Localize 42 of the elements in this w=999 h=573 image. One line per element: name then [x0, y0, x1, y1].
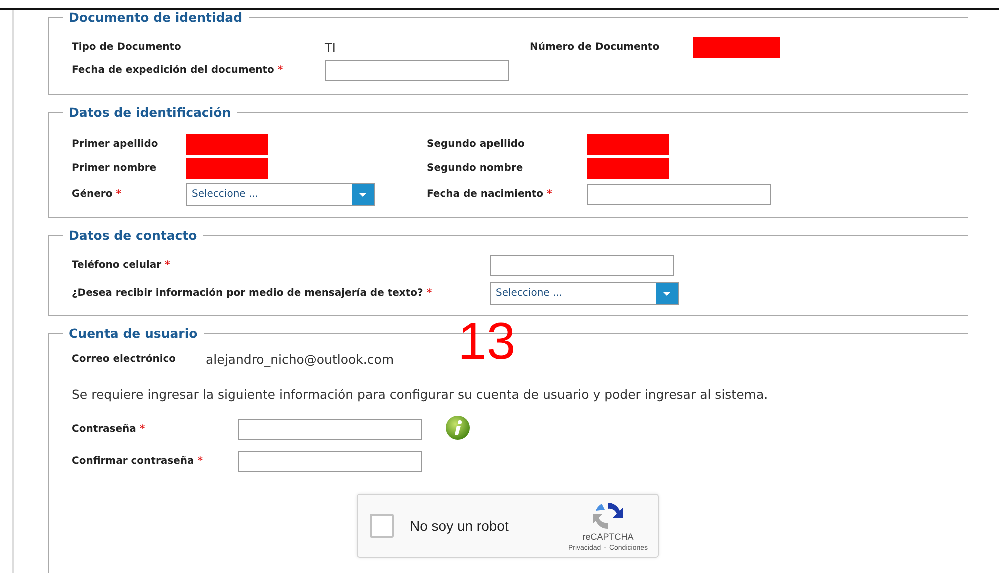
- annotation-number: 13: [458, 316, 516, 368]
- field-label: Segundo apellido: [427, 139, 525, 150]
- field-label: ¿Desea recibir información por medio de mensajería de texto? *: [72, 288, 432, 299]
- required-mark: *: [547, 189, 552, 200]
- field-label: Fecha de expedición del documento *: [72, 65, 284, 76]
- caret-icon: [358, 192, 368, 198]
- required-mark: *: [116, 189, 122, 200]
- input-field[interactable]: [325, 60, 509, 81]
- input-field[interactable]: [238, 418, 422, 440]
- section-title: Cuenta de usuario: [68, 326, 199, 341]
- dropdown[interactable]: Seleccione ...: [490, 282, 679, 305]
- section-title: Documento de identidad: [68, 10, 244, 25]
- field-label: Segundo nombre: [427, 163, 524, 174]
- field-label: Confirmar contraseña *: [72, 456, 204, 467]
- input-field[interactable]: [238, 451, 422, 472]
- field-value: TI: [325, 40, 336, 54]
- required-mark: *: [165, 260, 170, 271]
- instruction-text: Se requiere ingresar la siguiente información para configurar su cuenta de usuario y poder ingresar al sistema.: [72, 387, 770, 402]
- input-field[interactable]: [587, 184, 771, 205]
- field-label: Contraseña *: [72, 424, 146, 434]
- section-title: Datos de identificación: [68, 105, 232, 120]
- field-label: Primer apellido: [72, 139, 158, 150]
- checkbox-label: No soy un robot: [410, 518, 510, 534]
- caret-icon: [662, 290, 672, 296]
- section-title: Datos de contacto: [68, 228, 198, 243]
- field-label: Teléfono celular *: [72, 260, 170, 271]
- recaptcha-logo-icon: [592, 500, 624, 532]
- required-mark: *: [140, 424, 146, 434]
- dropdown[interactable]: Seleccione ...: [186, 183, 375, 206]
- field-label: Género *: [72, 189, 122, 200]
- required-mark: *: [426, 288, 432, 299]
- required-mark: *: [278, 65, 284, 76]
- input-field[interactable]: [490, 255, 674, 276]
- field-label: Primer nombre: [72, 163, 157, 174]
- brand-label: reCAPTCHA: [582, 532, 634, 542]
- field-label: Correo electrónico: [72, 354, 178, 365]
- required-mark: *: [198, 456, 203, 467]
- checkbox[interactable]: [370, 514, 394, 538]
- field-label: Tipo de Documento: [72, 42, 182, 53]
- field-value: alejandro_nicho@outlook.com: [206, 352, 394, 367]
- field-label: Número de Documento: [530, 42, 660, 53]
- field-label: Fecha de nacimiento *: [427, 189, 552, 200]
